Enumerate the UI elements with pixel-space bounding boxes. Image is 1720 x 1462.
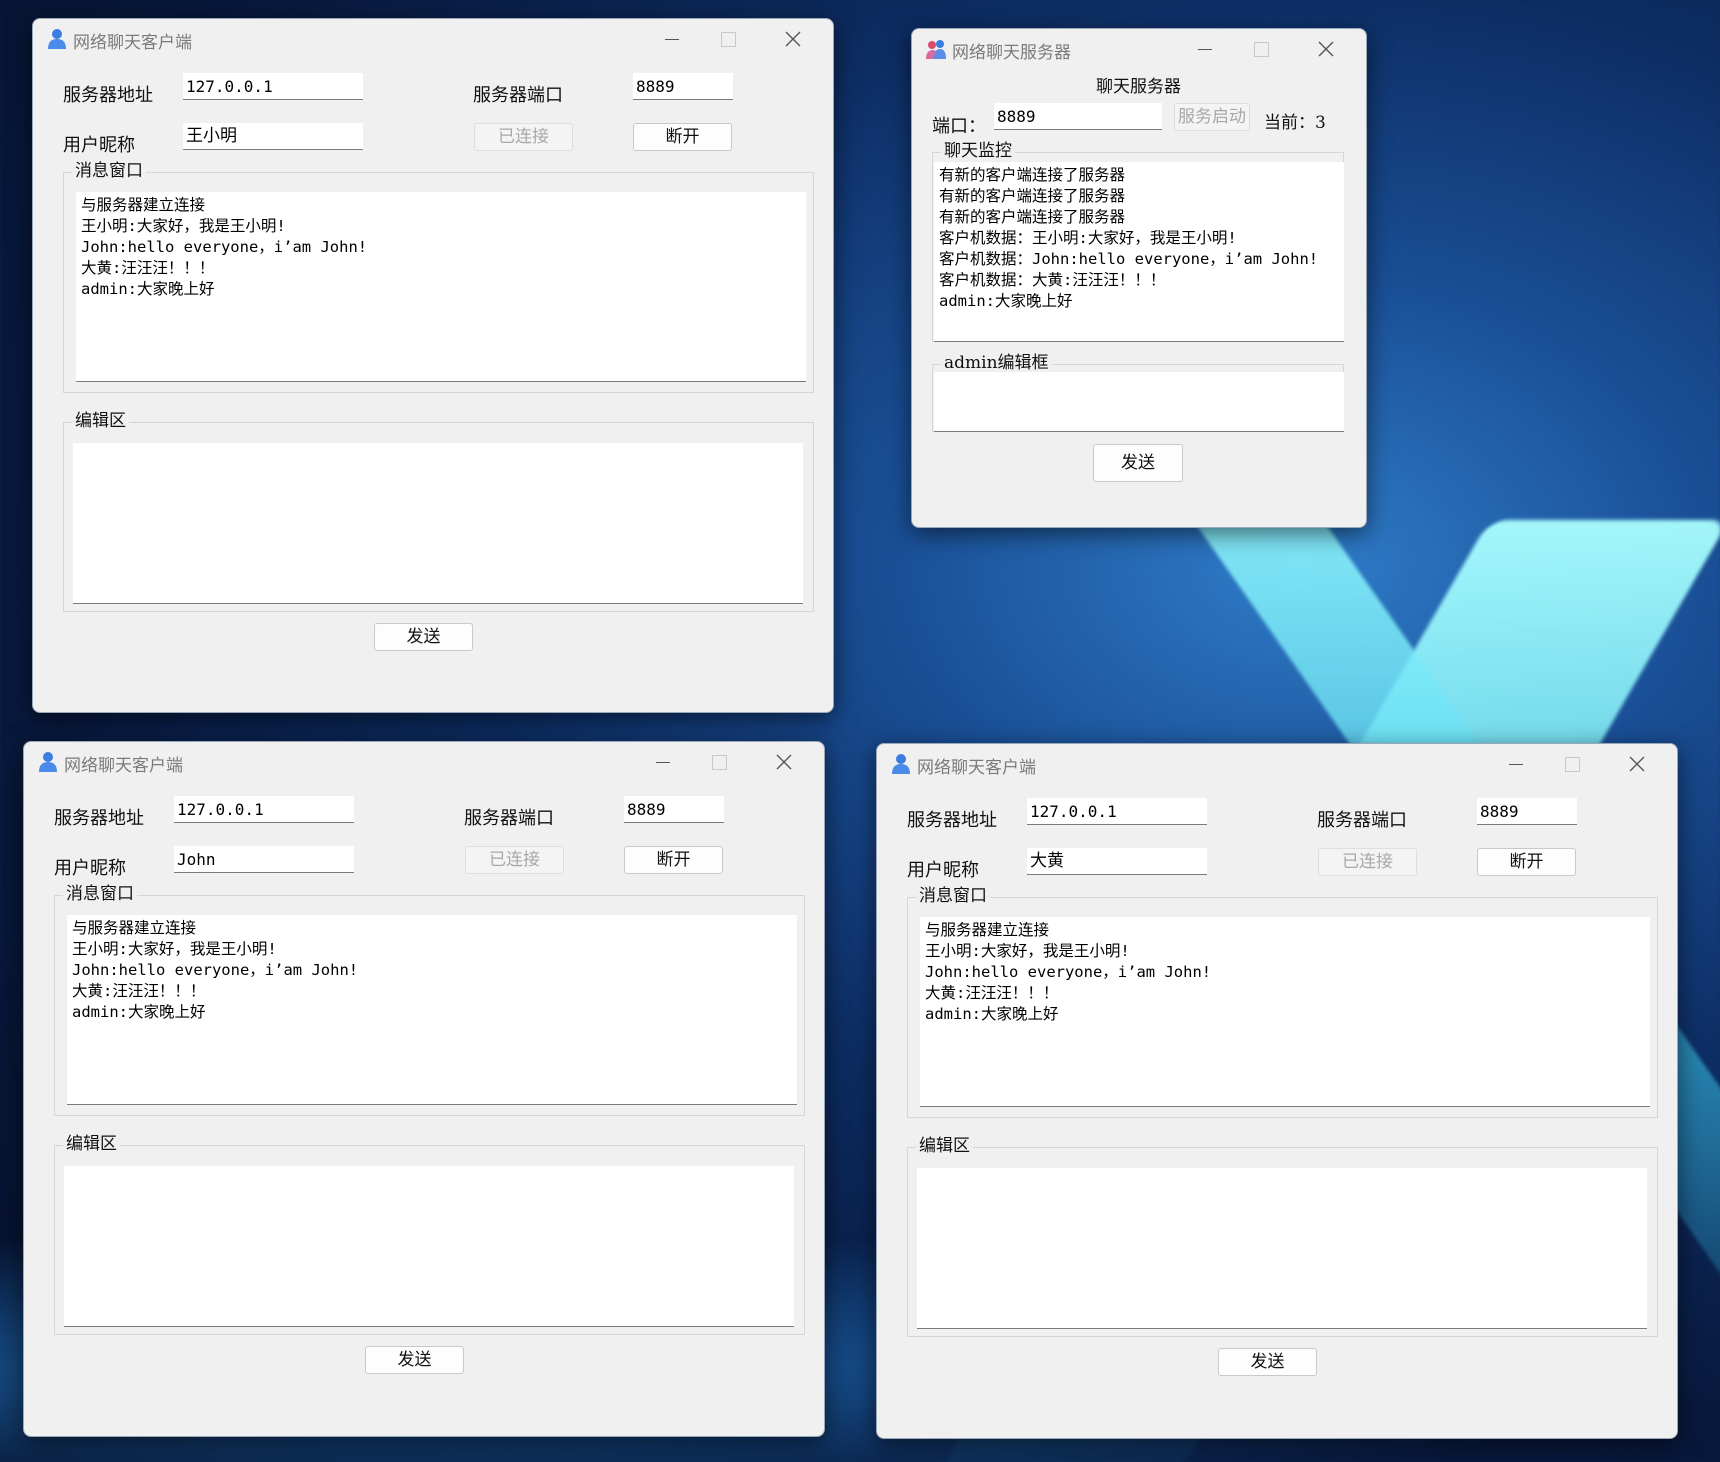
user-icon (48, 29, 66, 49)
chat-monitor-log[interactable]: 有新的客户端连接了服务器 有新的客户端连接了服务器 有新的客户端连接了服务器 客… (934, 162, 1344, 342)
nickname-label: 用户昵称 (54, 858, 126, 879)
nickname-label: 用户昵称 (907, 860, 979, 881)
message-line: admin:大家晚上好 (81, 280, 215, 298)
maximize-icon[interactable] (1549, 748, 1595, 780)
window-title: 网络聊天客户端 (917, 758, 1036, 778)
message-line: admin:大家晚上好 (72, 1003, 206, 1021)
user-icon (39, 752, 57, 772)
server-heading: 聊天服务器 (1096, 77, 1181, 97)
log-line: 客户机数据：大黄:汪汪汪！！！ (939, 271, 1166, 289)
send-button[interactable]: 发送 (374, 623, 473, 651)
edit-area[interactable] (73, 443, 803, 604)
port-input[interactable]: 8889 (994, 103, 1162, 130)
edit-area[interactable] (64, 1166, 794, 1327)
server-address-label: 服务器地址 (907, 810, 997, 831)
message-line: 王小明:大家好，我是王小明! (925, 942, 1130, 960)
nickname-input[interactable]: 大黄 (1027, 848, 1207, 875)
maximize-icon[interactable] (1238, 33, 1284, 65)
message-window[interactable]: 与服务器建立连接 王小明:大家好，我是王小明! John:hello every… (76, 192, 806, 382)
minimize-icon[interactable] (640, 746, 686, 778)
send-button[interactable]: 发送 (365, 1346, 464, 1374)
user-icon (892, 754, 910, 774)
current-count-label: 当前：3 (1264, 113, 1326, 133)
send-button[interactable]: 发送 (1218, 1348, 1317, 1376)
chat-monitor-title: 聊天监控 (941, 141, 1015, 161)
server-port-input[interactable]: 8889 (633, 73, 733, 100)
message-line: John:hello everyone，i’am John! (72, 961, 359, 979)
nickname-input[interactable]: John (174, 846, 354, 873)
message-line: 与服务器建立连接 (72, 919, 197, 937)
disconnect-button[interactable]: 断开 (633, 123, 732, 151)
message-line: 王小明:大家好，我是王小明! (72, 940, 277, 958)
server-address-label: 服务器地址 (54, 808, 144, 829)
log-line: 有新的客户端连接了服务器 (939, 166, 1126, 184)
connected-button[interactable]: 已连接 (465, 846, 564, 874)
message-line: 与服务器建立连接 (81, 196, 206, 214)
users-icon (926, 40, 946, 59)
server-port-input[interactable]: 8889 (624, 796, 724, 823)
edit-area-title: 编辑区 (63, 1134, 120, 1154)
server-window: 网络聊天服务器 聊天服务器 端口： 8889 服务启动 当前：3 聊天监控 有新… (911, 28, 1367, 528)
message-window-title: 消息窗口 (63, 884, 137, 904)
server-address-label: 服务器地址 (63, 85, 153, 106)
log-line: 有新的客户端连接了服务器 (939, 187, 1126, 205)
message-line: admin:大家晚上好 (925, 1005, 1059, 1023)
disconnect-button[interactable]: 断开 (1477, 848, 1576, 876)
client-window-1: 网络聊天客户端 服务器地址 127.0.0.1 服务器端口 8889 用户昵称 … (32, 18, 834, 713)
port-label: 端口： (932, 116, 986, 137)
log-line: 客户机数据：王小明:大家好，我是王小明! (939, 229, 1237, 247)
connected-button[interactable]: 已连接 (474, 123, 573, 151)
message-window-title: 消息窗口 (916, 886, 990, 906)
title-bar[interactable]: 网络聊天客户端 (24, 742, 824, 782)
disconnect-button[interactable]: 断开 (624, 846, 723, 874)
server-address-input[interactable]: 127.0.0.1 (183, 73, 363, 100)
message-window[interactable]: 与服务器建立连接 王小明:大家好，我是王小明! John:hello every… (920, 917, 1650, 1107)
message-line: 大黄:汪汪汪！！！ (81, 259, 215, 277)
message-window[interactable]: 与服务器建立连接 王小明:大家好，我是王小明! John:hello every… (67, 915, 797, 1105)
start-server-button[interactable]: 服务启动 (1174, 103, 1250, 131)
close-icon[interactable] (1302, 33, 1348, 65)
window-title: 网络聊天客户端 (73, 33, 192, 53)
edit-area[interactable] (917, 1168, 1647, 1329)
log-line: admin:大家晚上好 (939, 292, 1073, 310)
minimize-icon[interactable] (649, 23, 695, 55)
title-bar[interactable]: 网络聊天客户端 (33, 19, 833, 59)
message-line: 与服务器建立连接 (925, 921, 1050, 939)
client-window-3: 网络聊天客户端 服务器地址 127.0.0.1 服务器端口 8889 用户昵称 … (876, 743, 1678, 1439)
edit-area-title: 编辑区 (916, 1136, 973, 1156)
nickname-label: 用户昵称 (63, 135, 135, 156)
message-line: 大黄:汪汪汪！！！ (72, 982, 206, 1000)
minimize-icon[interactable] (1182, 33, 1228, 65)
close-icon[interactable] (769, 23, 815, 55)
nickname-input[interactable]: 王小明 (183, 123, 363, 150)
window-title: 网络聊天服务器 (952, 43, 1071, 63)
message-line: John:hello everyone，i’am John! (81, 238, 368, 256)
server-port-label: 服务器端口 (464, 808, 554, 829)
log-line: 客户机数据：John:hello everyone，i’am John! (939, 250, 1319, 268)
minimize-icon[interactable] (1493, 748, 1539, 780)
admin-edit-title: admin编辑框 (941, 353, 1052, 373)
message-line: 王小明:大家好，我是王小明! (81, 217, 286, 235)
maximize-icon[interactable] (705, 23, 751, 55)
client-window-2: 网络聊天客户端 服务器地址 127.0.0.1 服务器端口 8889 用户昵称 … (23, 741, 825, 1437)
title-bar[interactable]: 网络聊天客户端 (877, 744, 1677, 784)
server-port-input[interactable]: 8889 (1477, 798, 1577, 825)
message-line: 大黄:汪汪汪！！！ (925, 984, 1059, 1002)
server-port-label: 服务器端口 (473, 85, 563, 106)
log-line: 有新的客户端连接了服务器 (939, 208, 1126, 226)
server-address-input[interactable]: 127.0.0.1 (174, 796, 354, 823)
connected-button[interactable]: 已连接 (1318, 848, 1417, 876)
maximize-icon[interactable] (696, 746, 742, 778)
edit-area-title: 编辑区 (72, 411, 129, 431)
send-button[interactable]: 发送 (1093, 444, 1183, 482)
admin-edit-box[interactable] (934, 372, 1344, 432)
message-window-title: 消息窗口 (72, 161, 146, 181)
window-title: 网络聊天客户端 (64, 756, 183, 776)
title-bar[interactable]: 网络聊天服务器 (912, 29, 1366, 69)
close-icon[interactable] (1613, 748, 1659, 780)
server-address-input[interactable]: 127.0.0.1 (1027, 798, 1207, 825)
server-port-label: 服务器端口 (1317, 810, 1407, 831)
message-line: John:hello everyone，i’am John! (925, 963, 1212, 981)
close-icon[interactable] (760, 746, 806, 778)
